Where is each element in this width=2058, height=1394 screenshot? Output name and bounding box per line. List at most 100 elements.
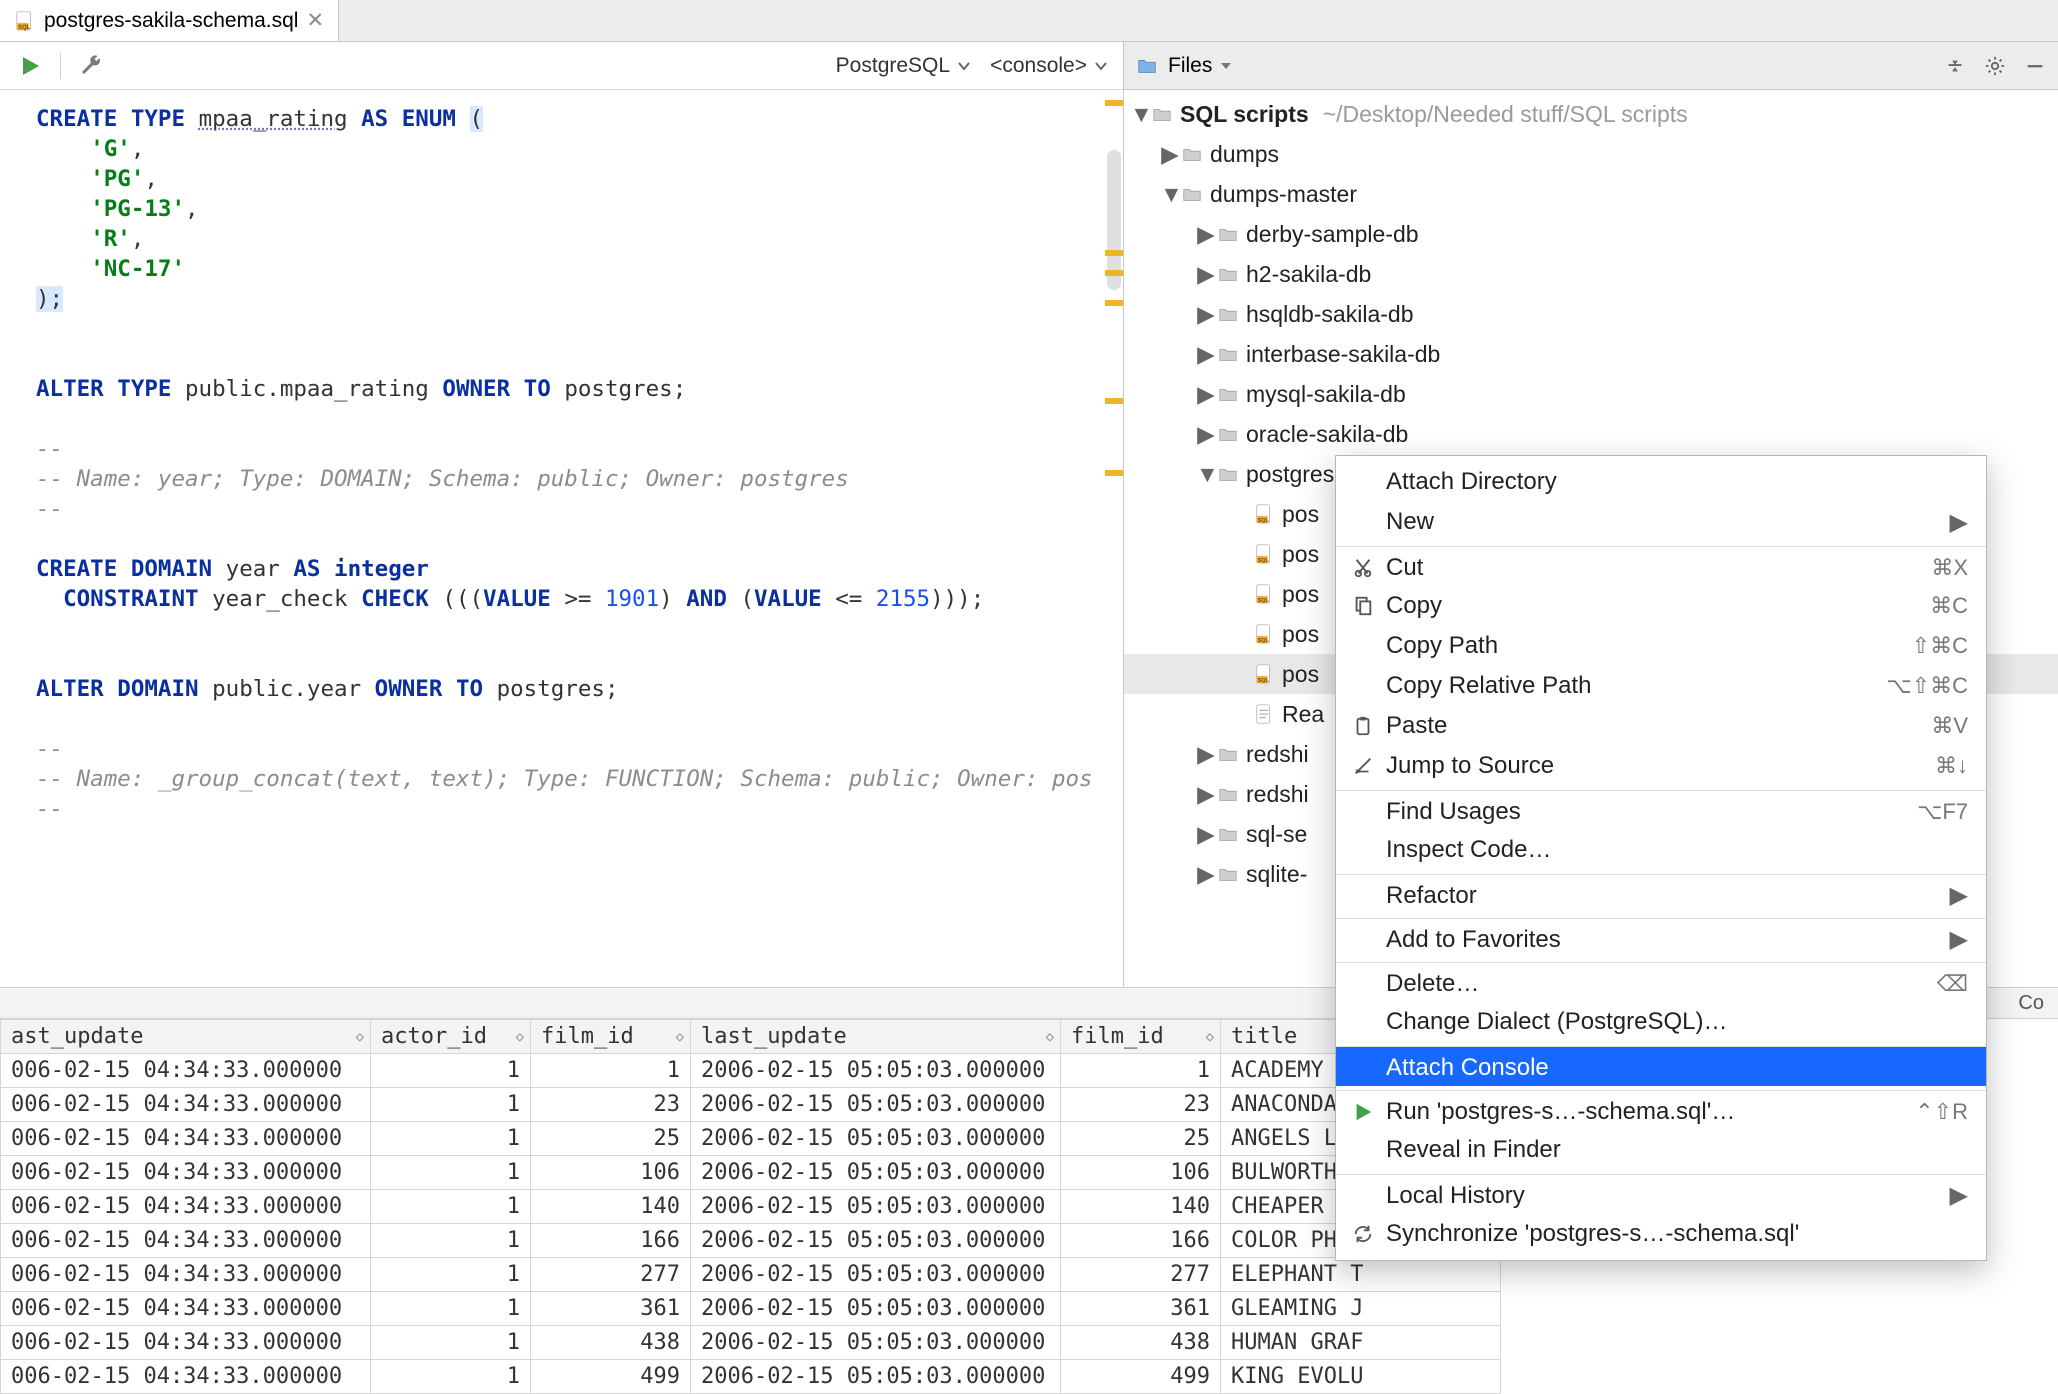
tree-row[interactable]: ▶ derby-sample-db [1124, 214, 2058, 254]
grid-cell[interactable]: 277 [531, 1258, 691, 1292]
grid-row[interactable]: 006-02-15 04:34:33.0000001252006-02-15 0… [1, 1122, 1501, 1156]
grid-cell[interactable]: 106 [531, 1156, 691, 1190]
grid-cell[interactable]: 2006-02-15 05:05:03.000000 [691, 1122, 1061, 1156]
grid-cell[interactable]: HUMAN GRAF [1221, 1326, 1501, 1360]
tree-row[interactable]: ▶ h2-sakila-db [1124, 254, 2058, 294]
tree-row[interactable]: ▶ mysql-sakila-db [1124, 374, 2058, 414]
grid-row[interactable]: 006-02-15 04:34:33.0000001232006-02-15 0… [1, 1088, 1501, 1122]
grid-cell[interactable]: 1 [371, 1156, 531, 1190]
grid-cell[interactable]: 2006-02-15 05:05:03.000000 [691, 1054, 1061, 1088]
grid-cell[interactable]: 23 [531, 1088, 691, 1122]
tree-twisty[interactable]: ▶ [1196, 261, 1216, 288]
grid-row[interactable]: 006-02-15 04:34:33.00000011662006-02-15 … [1, 1224, 1501, 1258]
tree-twisty[interactable]: ▶ [1196, 421, 1216, 448]
grid-column-header[interactable]: last_update◇ [691, 1020, 1061, 1054]
grid-cell[interactable]: 166 [1061, 1224, 1221, 1258]
grid-column-header[interactable]: film_id◇ [1061, 1020, 1221, 1054]
grid-cell[interactable]: 140 [1061, 1190, 1221, 1224]
grid-cell[interactable]: 2006-02-15 05:05:03.000000 [691, 1360, 1061, 1394]
grid-row[interactable]: 006-02-15 04:34:33.00000012772006-02-15 … [1, 1258, 1501, 1292]
tree-twisty[interactable]: ▶ [1196, 381, 1216, 408]
grid-column-header[interactable]: actor_id◇ [371, 1020, 531, 1054]
grid-cell[interactable]: 006-02-15 04:34:33.000000 [1, 1190, 371, 1224]
grid-cell[interactable]: 006-02-15 04:34:33.000000 [1, 1360, 371, 1394]
editor-tab[interactable]: SQL postgres-sakila-schema.sql ✕ [0, 0, 339, 41]
close-icon[interactable]: ✕ [306, 8, 324, 33]
grid-cell[interactable]: 361 [1061, 1292, 1221, 1326]
grid-cell[interactable]: 140 [531, 1190, 691, 1224]
grid-cell[interactable]: 006-02-15 04:34:33.000000 [1, 1292, 371, 1326]
grid-cell[interactable]: 438 [1061, 1326, 1221, 1360]
grid-cell[interactable]: 1 [371, 1054, 531, 1088]
grid-cell[interactable]: 006-02-15 04:34:33.000000 [1, 1088, 371, 1122]
context-menu-item[interactable]: Find Usages⌥F7 [1336, 790, 1986, 830]
grid-cell[interactable]: KING EVOLU [1221, 1360, 1501, 1394]
grid-row[interactable]: 006-02-15 04:34:33.00000014992006-02-15 … [1, 1360, 1501, 1394]
grid-cell[interactable]: 2006-02-15 05:05:03.000000 [691, 1326, 1061, 1360]
tree-row[interactable]: ▼ SQL scripts~/Desktop/Needed stuff/SQL … [1124, 94, 2058, 134]
grid-cell[interactable]: 006-02-15 04:34:33.000000 [1, 1054, 371, 1088]
context-menu[interactable]: Attach DirectoryNew▶Cut⌘XCopy⌘CCopy Path… [1335, 455, 1987, 1261]
grid-cell[interactable]: 1 [371, 1088, 531, 1122]
context-menu-item[interactable]: New▶ [1336, 502, 1986, 542]
code-editor[interactable]: CREATE TYPE mpaa_rating AS ENUM ( 'G', '… [0, 90, 1123, 987]
context-menu-item[interactable]: Local History▶ [1336, 1174, 1986, 1214]
context-menu-item[interactable]: Delete…⌫ [1336, 962, 1986, 1002]
tree-twisty[interactable]: ▼ [1130, 101, 1150, 128]
minimize-icon[interactable] [2020, 51, 2050, 81]
grid-cell[interactable]: 23 [1061, 1088, 1221, 1122]
context-menu-item[interactable]: Copy Path⇧⌘C [1336, 626, 1986, 666]
grid-cell[interactable]: 006-02-15 04:34:33.000000 [1, 1224, 371, 1258]
tree-twisty[interactable]: ▶ [1160, 141, 1180, 168]
tree-twisty[interactable]: ▶ [1196, 861, 1216, 888]
grid-cell[interactable]: 2006-02-15 05:05:03.000000 [691, 1088, 1061, 1122]
grid-cell[interactable]: 2006-02-15 05:05:03.000000 [691, 1224, 1061, 1258]
grid-row[interactable]: 006-02-15 04:34:33.0000001 4382006-02-15 … [1, 1326, 1501, 1360]
grid-cell[interactable]: 499 [531, 1360, 691, 1394]
context-menu-item[interactable]: Reveal in Finder [1336, 1130, 1986, 1170]
grid-cell[interactable]: ELEPHANT T [1221, 1258, 1501, 1292]
tree-twisty[interactable]: ▼ [1196, 461, 1216, 488]
context-menu-item[interactable]: Synchronize 'postgres-s…-schema.sql' [1336, 1214, 1986, 1254]
grid-row[interactable]: 006-02-15 04:34:33.00000011062006-02-15 … [1, 1156, 1501, 1190]
grid-cell[interactable]: 006-02-15 04:34:33.000000 [1, 1326, 371, 1360]
grid-cell[interactable]: 106 [1061, 1156, 1221, 1190]
wrench-icon[interactable] [79, 54, 103, 78]
tree-row[interactable]: ▶ interbase-sakila-db [1124, 334, 2058, 374]
grid-column-header[interactable]: film_id◇ [531, 1020, 691, 1054]
tree-twisty[interactable]: ▶ [1196, 781, 1216, 808]
grid-cell[interactable]: 166 [531, 1224, 691, 1258]
context-menu-item[interactable]: Copy Relative Path⌥⇧⌘C [1336, 666, 1986, 706]
grid-cell[interactable]: 25 [1061, 1122, 1221, 1156]
console-combo[interactable]: <console> [990, 54, 1109, 78]
tree-twisty[interactable]: ▶ [1196, 821, 1216, 848]
tree-row[interactable]: ▶ dumps [1124, 134, 2058, 174]
grid-cell[interactable]: GLEAMING J [1221, 1292, 1501, 1326]
context-menu-item[interactable]: Add to Favorites▶ [1336, 918, 1986, 958]
grid-column-header[interactable]: ast_update◇ [1, 1020, 371, 1054]
tree-row[interactable]: ▶ hsqldb-sakila-db [1124, 294, 2058, 334]
grid-cell[interactable]: 1 [371, 1122, 531, 1156]
grid-cell[interactable]: 006-02-15 04:34:33.000000 [1, 1258, 371, 1292]
tree-twisty[interactable]: ▶ [1196, 221, 1216, 248]
context-menu-item[interactable]: Jump to Source⌘↓ [1336, 746, 1986, 786]
context-menu-item[interactable]: Copy⌘C [1336, 586, 1986, 626]
collapse-icon[interactable] [1940, 51, 1970, 81]
context-menu-item[interactable]: Cut⌘X [1336, 546, 1986, 586]
grid-row[interactable]: 006-02-15 04:34:33.00000013612006-02-15 … [1, 1292, 1501, 1326]
grid-cell[interactable]: 1 [371, 1224, 531, 1258]
grid-cell[interactable]: 1 [371, 1326, 531, 1360]
grid-cell[interactable]: 1 [371, 1360, 531, 1394]
context-menu-item[interactable]: Change Dialect (PostgreSQL)… [1336, 1002, 1986, 1042]
grid-cell[interactable]: 1 [1061, 1054, 1221, 1088]
tree-twisty[interactable]: ▼ [1160, 181, 1180, 208]
context-menu-item[interactable]: Inspect Code… [1336, 830, 1986, 870]
tree-row[interactable]: ▶ oracle-sakila-db [1124, 414, 2058, 454]
grid-cell[interactable]: 2006-02-15 05:05:03.000000 [691, 1258, 1061, 1292]
grid-cell[interactable]: 499 [1061, 1360, 1221, 1394]
grid-cell[interactable]: 2006-02-15 05:05:03.000000 [691, 1156, 1061, 1190]
context-menu-item[interactable]: Paste⌘V [1336, 706, 1986, 746]
dialect-combo[interactable]: PostgreSQL [836, 54, 972, 78]
grid-cell[interactable]: 361 [531, 1292, 691, 1326]
grid-cell[interactable]: 1 [371, 1292, 531, 1326]
